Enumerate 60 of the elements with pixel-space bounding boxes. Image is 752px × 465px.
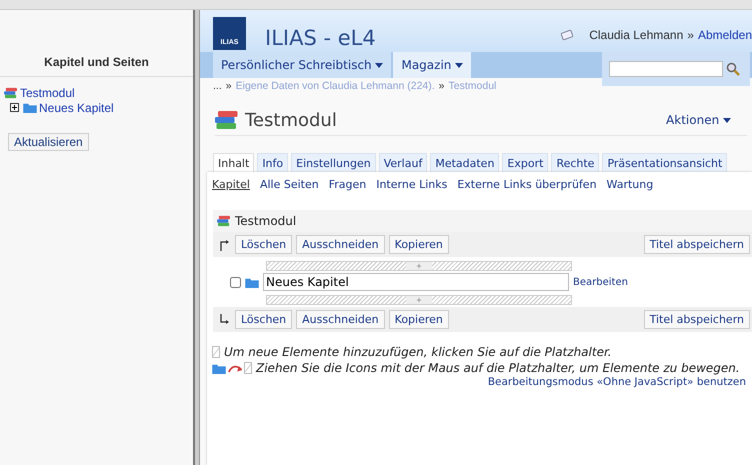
folder-icon xyxy=(23,102,37,113)
tab[interactable]: Einstellungen xyxy=(291,153,376,172)
corner-arrow-icon xyxy=(219,238,229,250)
corner-arrow-icon xyxy=(219,314,229,326)
separator: » xyxy=(687,28,694,42)
tab[interactable]: Metadaten xyxy=(430,153,500,172)
tree-item[interactable]: Testmodul xyxy=(20,86,75,100)
placeholder-icon xyxy=(212,346,220,358)
hint-text: Um neue Elemente hinzuzufügen, klicken Sie auf die Platzhalter. xyxy=(224,345,612,359)
tab[interactable]: Export xyxy=(502,153,548,172)
subtab-link[interactable]: Alle Seiten xyxy=(260,178,319,198)
subtab-link[interactable]: Externe Links überprüfen xyxy=(457,178,597,198)
folder-icon xyxy=(245,276,259,288)
books-icon xyxy=(4,86,18,98)
site-title: ILIAS - eL4 xyxy=(265,26,376,50)
subtab-link[interactable]: Kapitel xyxy=(212,178,250,198)
tab[interactable]: Rechte xyxy=(551,153,600,172)
toolbar-button[interactable]: Löschen xyxy=(235,310,292,329)
folder-icon xyxy=(212,362,226,374)
tab[interactable]: Verlauf xyxy=(378,153,428,172)
save-titles-button[interactable]: Titel abspeichern xyxy=(644,235,750,254)
toolbar-button[interactable]: Löschen xyxy=(235,235,292,254)
breadcrumb-separator: » xyxy=(226,80,232,94)
checkbox[interactable] xyxy=(230,276,241,288)
root-label: Testmodul xyxy=(235,214,296,228)
tab[interactable]: Präsentationsansicht xyxy=(602,153,728,172)
caret-icon xyxy=(455,63,464,68)
breadcrumb-separator: » xyxy=(438,80,445,94)
toolbar-button[interactable]: Kopieren xyxy=(388,235,449,254)
tree-item[interactable]: Neues Kapitel xyxy=(39,100,114,114)
mail-icon[interactable] xyxy=(561,30,574,40)
expand-icon[interactable] xyxy=(10,103,19,112)
subtab-link[interactable]: Fragen xyxy=(328,178,366,198)
placeholder-icon xyxy=(244,362,252,374)
books-icon xyxy=(217,215,231,227)
save-titles-button[interactable]: Titel abspeichern xyxy=(644,310,750,329)
menu-item[interactable]: Magazin xyxy=(393,52,472,78)
search-field[interactable] xyxy=(609,61,723,77)
edit-link[interactable]: Bearbeiten xyxy=(573,276,628,288)
toolbar-button[interactable]: Kopieren xyxy=(388,310,449,329)
toolbar-button[interactable]: Ausschneiden xyxy=(296,235,385,254)
caret-icon xyxy=(375,63,384,68)
user-name: Claudia Lehmann xyxy=(589,28,684,42)
caret-icon xyxy=(723,118,731,124)
books-icon xyxy=(215,109,239,131)
tab[interactable]: Info xyxy=(257,153,288,172)
menu-item[interactable]: Persönlicher Schreibtisch xyxy=(213,52,392,78)
logout-link[interactable]: Abmelden xyxy=(698,28,752,42)
toolbar-button[interactable]: Ausschneiden xyxy=(296,310,385,329)
no-javascript-mode-link[interactable]: Bearbeitungsmodus «Ohne JavaScript» benutzen xyxy=(488,376,746,388)
chapter-title-field[interactable]: Neues Kapitel xyxy=(263,273,569,291)
page-title: Testmodul xyxy=(245,110,337,130)
subtab-link[interactable]: Wartung xyxy=(606,178,654,198)
subtab-link[interactable]: Interne Links xyxy=(376,178,448,198)
breadcrumb-ellipsis: ... xyxy=(213,80,222,94)
hint-text: Ziehen Sie die Icons mit der Maus auf die Platzhalter, um Elemente zu bewegen. xyxy=(256,361,740,375)
actions-menu[interactable]: Aktionen xyxy=(660,112,737,128)
tab[interactable]: Inhalt xyxy=(213,153,254,172)
refresh-button[interactable]: Aktualisieren xyxy=(8,133,89,151)
search-icon[interactable] xyxy=(726,62,740,76)
